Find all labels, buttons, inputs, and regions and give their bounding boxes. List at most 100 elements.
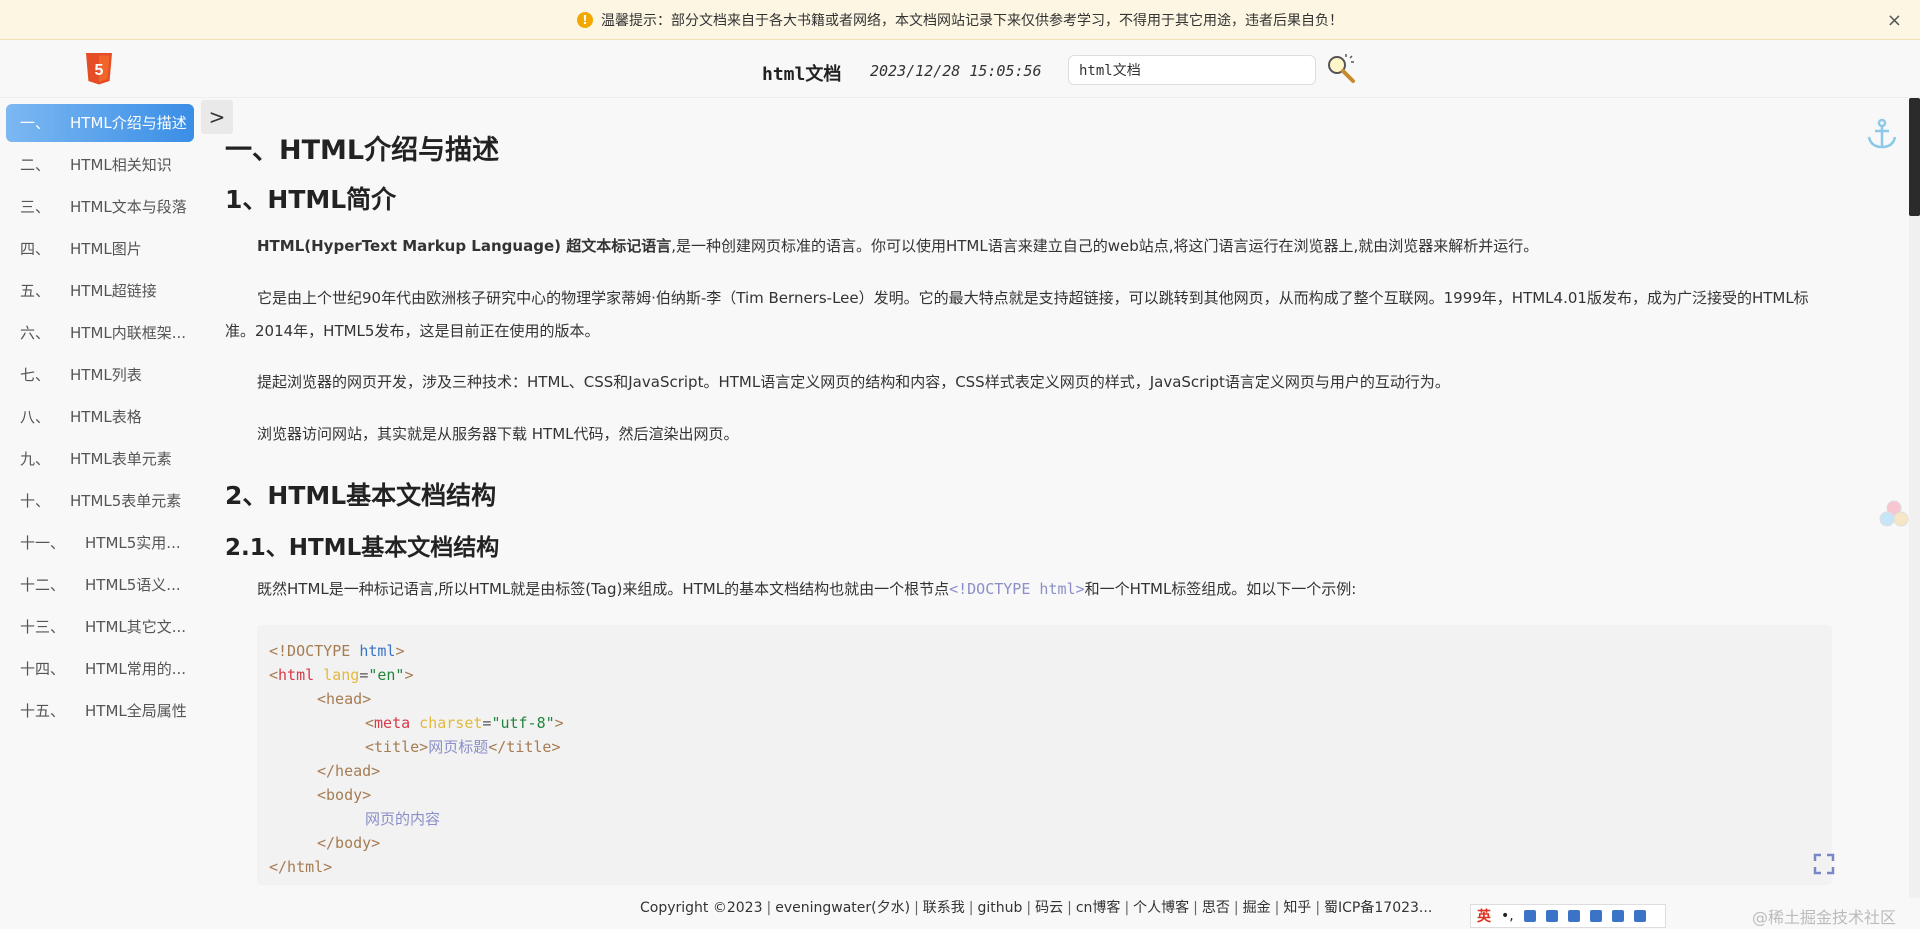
paragraph: 既然HTML是一种标记语言,所以HTML就是由标签(Tag)来组成。HTML的基… bbox=[225, 573, 1825, 606]
page-title: html文档 bbox=[762, 64, 842, 85]
footer-link-github[interactable]: github bbox=[978, 900, 1023, 916]
code-token: < bbox=[365, 714, 375, 732]
sidebar-item-num: 五、 bbox=[20, 282, 51, 300]
sidebar-item-num: 十三、 bbox=[20, 618, 66, 636]
footer-separator: | bbox=[1233, 900, 1239, 916]
footer-link-author[interactable]: eveningwater(夕水) bbox=[775, 900, 910, 916]
keyboard-icon[interactable] bbox=[1545, 910, 1558, 922]
code-token: meta bbox=[374, 714, 411, 732]
svg-text:5: 5 bbox=[95, 62, 104, 79]
footer-link-contact[interactable]: 联系我 bbox=[923, 900, 965, 916]
paragraph-text: 和一个HTML标签组成。如以下一个示例: bbox=[1084, 580, 1357, 598]
footer-link-icp[interactable]: 蜀ICP备17023... bbox=[1324, 900, 1432, 916]
code-token: html bbox=[278, 666, 315, 684]
code-token: <!DOCTYPE bbox=[269, 642, 360, 660]
notice-bar: ! 温馨提示：部分文档来自于各大书籍或者网络，本文档网站记录下来仅供参考学习，不… bbox=[0, 0, 1920, 40]
footer-separator: | bbox=[1315, 900, 1321, 916]
sidebar-item-num: 八、 bbox=[20, 408, 51, 426]
footer-link-zhihu[interactable]: 知乎 bbox=[1283, 900, 1311, 916]
ime-language-label[interactable]: 英 bbox=[1477, 906, 1491, 926]
code-line: <html lang="en"> bbox=[269, 663, 1820, 687]
bold-term: HTML(HyperText Markup Language) 超文本标记语言 bbox=[257, 237, 672, 255]
sidebar-item-html5-semantic[interactable]: 十二、 HTML5语义... bbox=[6, 566, 194, 604]
footer-link-gitee[interactable]: 码云 bbox=[1035, 900, 1063, 916]
code-token: = bbox=[359, 666, 369, 684]
skin-icon[interactable] bbox=[1567, 910, 1580, 922]
sidebar-item-html-common[interactable]: 十四、 HTML常用的... bbox=[6, 650, 194, 688]
sidebar-item-label: HTML全局属性 bbox=[85, 702, 187, 720]
ime-toolbar[interactable]: 英 •, bbox=[1470, 904, 1666, 928]
sidebar-item-html-knowledge[interactable]: 二、 HTML相关知识 bbox=[6, 146, 194, 184]
sidebar-item-label: HTML5表单元素 bbox=[70, 492, 182, 510]
code-token: charset bbox=[410, 714, 483, 732]
footer-separator: | bbox=[766, 900, 772, 916]
magnifier-icon[interactable] bbox=[1326, 54, 1356, 84]
sidebar-item-html-lists[interactable]: 七、 HTML列表 bbox=[6, 356, 194, 394]
microphone-icon[interactable] bbox=[1523, 910, 1536, 922]
code-line: </body> bbox=[269, 831, 1820, 855]
fullscreen-icon[interactable] bbox=[1813, 853, 1835, 875]
ime-punct[interactable]: •, bbox=[1501, 908, 1514, 924]
sidebar-item-html-text[interactable]: 三、 HTML文本与段落 bbox=[6, 188, 194, 226]
anchor-icon[interactable] bbox=[1865, 117, 1899, 151]
sidebar-item-html-forms[interactable]: 九、 HTML表单元素 bbox=[6, 440, 194, 478]
footer-link-juejin[interactable]: 掘金 bbox=[1243, 900, 1271, 916]
paragraph: HTML(HyperText Markup Language) 超文本标记语言,… bbox=[225, 230, 1825, 263]
sidebar-item-label: HTML内联框架... bbox=[70, 324, 187, 342]
sidebar-item-label: HTML列表 bbox=[70, 366, 142, 384]
sidebar-item-num: 三、 bbox=[20, 198, 51, 216]
sidebar-item-html-global-attrs[interactable]: 十五、 HTML全局属性 bbox=[6, 692, 194, 730]
scrollbar-thumb[interactable] bbox=[1909, 98, 1920, 216]
sidebar-item-html-images[interactable]: 四、 HTML图片 bbox=[6, 230, 194, 268]
main-content: 一、HTML介绍与描述 1、HTML简介 HTML(HyperText Mark… bbox=[225, 98, 1840, 888]
footer-separator: | bbox=[914, 900, 919, 916]
sidebar-item-num: 十四、 bbox=[20, 660, 66, 678]
code-line: <head> bbox=[269, 687, 1820, 711]
settings-icon[interactable] bbox=[1633, 910, 1646, 922]
toolbox-icon[interactable] bbox=[1589, 910, 1602, 922]
sidebar-item-label: HTML相关知识 bbox=[70, 156, 172, 174]
scrollbar-track[interactable] bbox=[1909, 98, 1920, 898]
sidebar-item-html-links[interactable]: 五、 HTML超链接 bbox=[6, 272, 194, 310]
datetime: 2023/12/28 15:05:56 bbox=[870, 62, 1042, 80]
html5-logo[interactable]: 5 bbox=[84, 53, 114, 87]
footer-links: Copyright ©2023 | eveningwater(夕水) | 联系我 | git… bbox=[640, 897, 1432, 917]
paragraph: 浏览器访问网站，其实就是从服务器下载 HTML代码，然后渲染出网页。 bbox=[257, 425, 739, 443]
code-token: </html> bbox=[269, 858, 333, 876]
search-input[interactable] bbox=[1068, 55, 1316, 85]
sidebar-item-html5-forms[interactable]: 十、 HTML5表单元素 bbox=[6, 482, 194, 520]
code-token: <body> bbox=[317, 786, 372, 804]
footer-link-cnblogs[interactable]: cn博客 bbox=[1076, 900, 1121, 916]
sidebar-item-html-intro[interactable]: 一、 HTML介绍与描述 bbox=[6, 104, 194, 142]
footer-link-blog[interactable]: 个人博客 bbox=[1133, 900, 1189, 916]
grid-icon[interactable] bbox=[1611, 910, 1624, 922]
code-line: <meta charset="utf-8"> bbox=[269, 711, 1820, 735]
code-line: <title>网页标题</title> bbox=[269, 735, 1820, 759]
sidebar-item-html-other[interactable]: 十三、 HTML其它文... bbox=[6, 608, 194, 646]
code-token: > bbox=[404, 666, 414, 684]
subsection-heading: 1、HTML简介 bbox=[225, 185, 397, 214]
sidebar-item-html-iframe[interactable]: 六、 HTML内联框架... bbox=[6, 314, 194, 352]
watermark: @稀土掘金技术社区 bbox=[1752, 908, 1897, 927]
sidebar-item-num: 十一、 bbox=[20, 534, 66, 552]
theme-circles-icon[interactable] bbox=[1877, 498, 1911, 532]
subsection-heading: 2、HTML基本文档结构 bbox=[225, 481, 497, 510]
sidebar-item-html-tables[interactable]: 八、 HTML表格 bbox=[6, 398, 194, 436]
code-token: <head> bbox=[317, 690, 372, 708]
code-token: 网页的内容 bbox=[365, 810, 441, 828]
sidebar-item-num: 四、 bbox=[20, 240, 51, 258]
sidebar-item-html5-practical[interactable]: 十一、 HTML5实用... bbox=[6, 524, 194, 562]
code-line: </head> bbox=[269, 759, 1820, 783]
sidebar-item-label: HTML5实用... bbox=[85, 534, 181, 552]
code-token: </body> bbox=[317, 834, 381, 852]
copyright: Copyright ©2023 bbox=[640, 900, 763, 916]
code-token: lang bbox=[314, 666, 360, 684]
code-token: "utf-8" bbox=[491, 714, 555, 732]
footer-separator: | bbox=[1193, 900, 1198, 916]
paragraph: 提起浏览器的网页开发，涉及三种技术：HTML、CSS和JavaScript。HT… bbox=[257, 373, 1450, 391]
close-icon[interactable]: × bbox=[1887, 10, 1902, 31]
footer-separator: | bbox=[1124, 900, 1130, 916]
footer-link-segmentfault[interactable]: 思否 bbox=[1202, 900, 1230, 916]
footer-separator: | bbox=[1274, 900, 1280, 916]
sidebar-item-num: 十二、 bbox=[20, 576, 66, 594]
